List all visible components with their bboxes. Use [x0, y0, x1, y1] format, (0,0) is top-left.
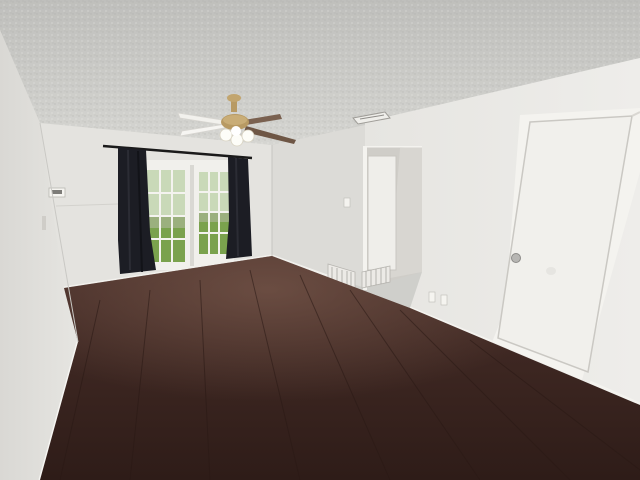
empty-room-photo [0, 0, 640, 480]
door-knob [511, 253, 521, 263]
hall-door [367, 155, 397, 271]
hallway [361, 144, 422, 290]
french-doors [142, 160, 234, 270]
wall-outlet-right [428, 291, 436, 303]
wall-outlet [42, 216, 46, 230]
light-switch [343, 197, 351, 208]
curtain-right [226, 157, 252, 259]
